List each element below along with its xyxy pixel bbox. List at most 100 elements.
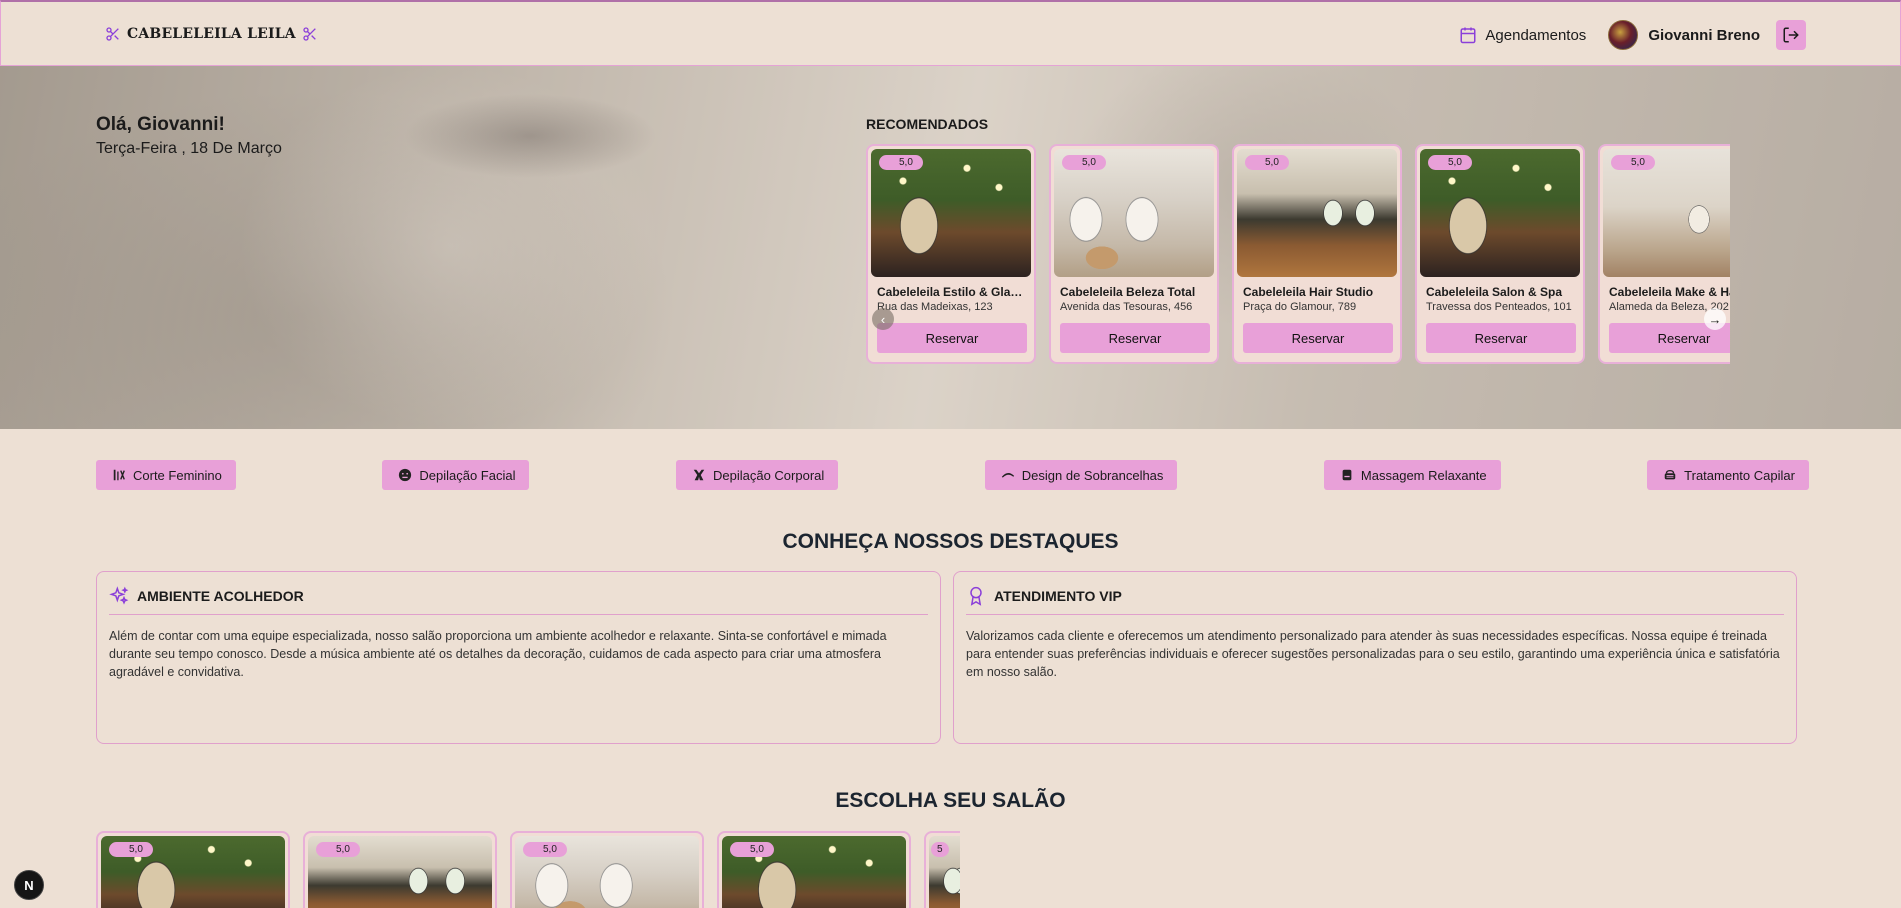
salon-grid-card[interactable]: 5,0 [510,831,704,908]
dev-tools-badge[interactable]: N [14,870,44,900]
reserve-button[interactable]: Reservar [1426,323,1576,353]
salon-image: 5,0 [308,836,492,908]
user-name: Giovanni Breno [1648,26,1760,44]
carousel-prev-button[interactable]: ‹ [872,308,894,330]
rating-badge: 5,0 [316,842,360,857]
rating-badge: 5 [931,842,949,857]
top-header: CABELELEILA LEILA Agendamentos Giovanni … [0,0,1901,66]
rating-badge: 5,0 [1428,155,1472,170]
service-button-design-sobrancelhas[interactable]: Design de Sobrancelhas [984,460,1178,490]
award-icon [970,586,982,606]
calendar-icon [1460,27,1476,44]
service-label: Depilação Corporal [712,467,825,483]
choose-salon-title: ESCOLHA SEU SALÃO [835,789,1066,812]
avatar [1608,20,1639,50]
greeting-title: Olá, Giovanni! [96,114,225,135]
reserve-button[interactable]: Reservar [1243,323,1393,353]
scissors-comb-icon [112,468,126,482]
rating-badge: 5,0 [1611,155,1655,170]
service-label: Design de Sobrancelhas [1021,467,1164,483]
reserve-button[interactable]: Reservar [1060,323,1210,353]
salon-card[interactable]: 5,0 Cabeleleila Estilo & Glamour Rua das… [866,144,1036,364]
rating-badge: 5,0 [730,842,774,857]
carousel-track: 5,0 Cabeleleila Estilo & Glamour Rua das… [866,144,1730,364]
recommended-title: RECOMENDADOS [866,116,989,132]
service-button-tratamento-capilar[interactable]: Tratamento Capilar [1647,460,1809,490]
salon-image: 5,0 [101,836,285,908]
salon-name: Cabeleleila Hair Studio [1243,285,1374,299]
hero-banner: Olá, Giovanni! Terça-Feira , 18 De Março… [0,66,1901,429]
scissors-icon [106,27,119,41]
greeting-block: Olá, Giovanni! Terça-Feira , 18 De Março [96,114,282,158]
logout-icon [1783,27,1799,43]
arrow-right-icon: → [1708,311,1722,327]
recommended-carousel[interactable]: 5,0 Cabeleleila Estilo & Glamour Rua das… [866,144,1730,364]
salon-grid-card[interactable]: 5 [924,831,960,908]
scissors-icon [303,27,316,41]
user-profile[interactable]: Giovanni Breno [1608,20,1760,50]
salon-card[interactable]: 5,0 Cabeleleila Make & Hair Alameda da B… [1598,144,1730,364]
highlights-title: CONHEÇA NOSSOS DESTAQUES [782,530,1119,553]
sparkles-icon [109,586,129,605]
salon-grid-card[interactable]: 5,0 [96,831,290,908]
highlight-header: ATENDIMENTO VIP [966,586,1784,615]
logo-text: CABELELEILA LEILA [127,26,296,42]
salon-image: 5,0 [515,836,699,908]
eyebrow-icon [1001,468,1015,482]
service-button-depilacao-facial[interactable]: Depilação Facial [382,460,530,490]
appointments-link[interactable]: Agendamentos [1459,26,1586,44]
service-label: Tratamento Capilar [1684,467,1795,483]
salon-card[interactable]: 5,0 Cabeleleila Beleza Total Avenida das… [1049,144,1219,364]
massage-icon [1340,468,1354,482]
hair-treatment-icon [1663,468,1677,482]
highlight-card-ambiente: AMBIENTE ACOLHEDOR Além de contar com um… [96,571,941,744]
salon-name: Cabeleleila Salon & Spa [1426,285,1563,299]
carousel-next-button[interactable]: → [1704,308,1726,330]
salon-grid-card[interactable]: 5,0 [303,831,497,908]
salon-name: Cabeleleila Beleza Total [1060,285,1196,299]
salon-image: 5,0 [1420,149,1580,277]
salon-grid-card[interactable]: 5,0 [717,831,911,908]
salon-address: Rua das Madeixas, 123 [877,301,993,313]
rating-badge: 5,0 [109,842,153,857]
salon-card[interactable]: 5,0 Cabeleleila Hair Studio Praça do Gla… [1232,144,1402,364]
salon-image: 5 [929,836,960,908]
highlight-header: AMBIENTE ACOLHEDOR [109,586,928,615]
salon-image: 5,0 [722,836,906,908]
rating-badge: 5,0 [1062,155,1106,170]
service-label: Massagem Relaxante [1360,467,1487,483]
highlight-title: ATENDIMENTO VIP [994,588,1122,604]
face-icon [398,468,412,482]
salon-grid: 5,0 5,0 5,0 5,0 5 [96,831,960,908]
salon-image: 5,0 [1237,149,1397,277]
salon-image: 5,0 [871,149,1031,277]
rating-badge: 5,0 [1245,155,1289,170]
salon-image: 5,0 [1054,149,1214,277]
salon-card[interactable]: 5,0 Cabeleleila Salon & Spa Travessa dos… [1415,144,1585,364]
rating-badge: 5,0 [523,842,567,857]
salon-name: Cabeleleila Estilo & Glamour [877,285,1025,299]
service-label: Depilação Facial [419,467,516,483]
salon-address: Praça do Glamour, 789 [1243,301,1357,313]
header-nav: Agendamentos Giovanni Breno [1459,20,1806,50]
highlight-card-vip: ATENDIMENTO VIP Valorizamos cada cliente… [953,571,1797,744]
services-bar: Corte Feminino Depilação Facial Depilaçã… [96,460,1809,490]
salon-address: Avenida das Tesouras, 456 [1060,301,1193,313]
salon-image: 5,0 [1603,149,1730,277]
body-icon [692,468,706,482]
service-label: Corte Feminino [133,467,222,483]
logout-button[interactable] [1776,20,1806,50]
salon-name: Cabeleleila Make & Hair [1609,285,1730,299]
service-button-corte-feminino[interactable]: Corte Feminino [96,460,236,490]
appointments-label: Agendamentos [1485,26,1587,44]
service-button-massagem-relaxante[interactable]: Massagem Relaxante [1323,460,1501,490]
reserve-button[interactable]: Reservar [877,323,1027,353]
service-button-depilacao-corporal[interactable]: Depilação Corporal [675,460,839,490]
current-date: Terça-Feira , 18 De Março [96,140,282,157]
highlight-text: Além de contar com uma equipe especializ… [109,629,887,679]
rating-badge: 5,0 [879,155,923,170]
brand-logo[interactable]: CABELELEILA LEILA [105,26,318,42]
salon-address: Travessa dos Penteados, 101 [1426,301,1572,313]
chevron-left-icon: ‹ [880,311,886,327]
highlight-title: AMBIENTE ACOLHEDOR [137,588,304,604]
